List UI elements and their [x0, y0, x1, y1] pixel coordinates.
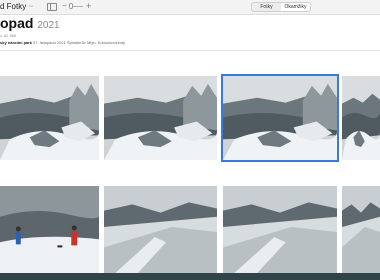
tab-fotky[interactable]: Fotky — [252, 3, 281, 11]
app-title: d Fotky ~ — [0, 2, 33, 11]
view-switcher: Fotky Okamžiky — [251, 2, 311, 12]
photo-thumbnail[interactable] — [0, 186, 99, 273]
snowy-ridge-image — [342, 76, 380, 160]
title-year: 2021 — [37, 20, 60, 31]
place-link[interactable]: ský národní park — [0, 40, 32, 45]
snowy-valley-image — [342, 186, 380, 273]
photo-thumbnail-selected[interactable] — [223, 76, 337, 160]
sidebar-toggle-icon[interactable] — [47, 3, 57, 11]
toolbar: d Fotky ~ − + Fotky Okamžiky — [0, 0, 380, 15]
hikers-snow-image — [0, 186, 99, 273]
tab-okamziky[interactable]: Okamžiky — [281, 3, 310, 11]
title-text: opad — [0, 15, 34, 31]
snowy-ridge-image — [104, 76, 217, 160]
app-name-chevron[interactable]: ~ — [26, 2, 33, 11]
moment-details: Špindlerův Mlýn, Kotoučsvorkotý — [66, 40, 125, 45]
zoom-in-icon[interactable]: + — [86, 1, 91, 11]
photo-thumbnail[interactable] — [223, 186, 337, 273]
snowy-valley-image — [223, 186, 337, 273]
photo-thumbnail[interactable] — [104, 186, 217, 273]
page-title: opad 2021 — [0, 15, 60, 31]
zoom-out-icon[interactable]: − — [62, 1, 67, 11]
moment-meta: ský národní park 27. listopadu 2021 Špin… — [0, 40, 125, 45]
zoom-slider-thumb[interactable] — [69, 3, 73, 9]
moment-date: 27. listopadu 2021 — [33, 40, 66, 45]
snowy-ridge-image — [0, 76, 99, 160]
snowy-valley-image — [104, 186, 217, 273]
bottom-bar — [0, 273, 380, 280]
snowy-ridge-image — [223, 76, 337, 160]
header-divider — [0, 50, 380, 51]
photo-thumbnail[interactable] — [342, 76, 380, 160]
moment-subtitle: v, 62 360 — [0, 33, 17, 38]
photo-thumbnail[interactable] — [342, 186, 380, 273]
app-name: d Fotky — [0, 2, 27, 11]
photo-thumbnail[interactable] — [0, 76, 99, 160]
photo-thumbnail[interactable] — [104, 76, 217, 160]
